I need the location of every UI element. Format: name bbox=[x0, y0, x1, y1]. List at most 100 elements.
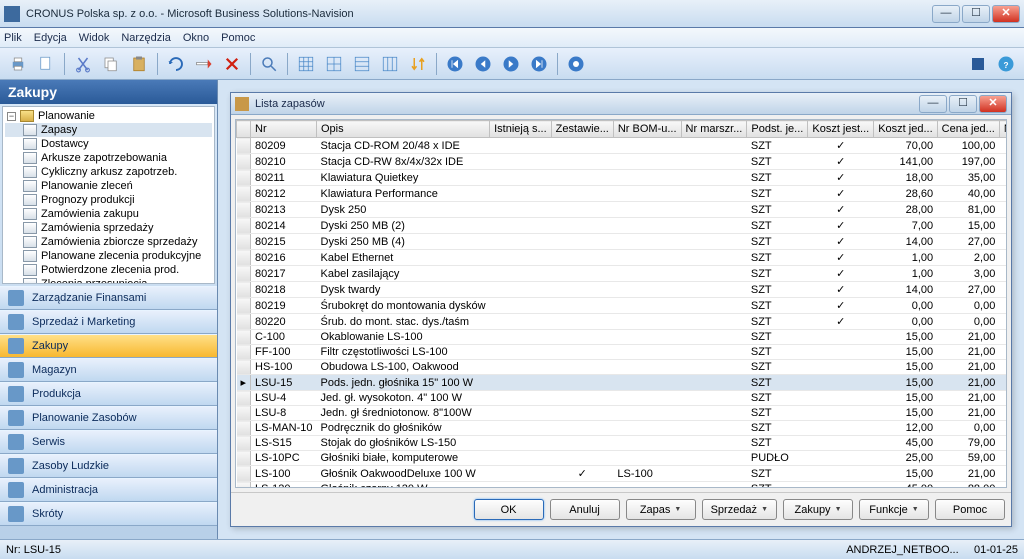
tree-item[interactable]: Cykliczny arkusz zapotrzeb. bbox=[5, 165, 212, 179]
nav-skróty[interactable]: Skróty bbox=[0, 502, 217, 526]
table-row[interactable]: LS-MAN-10Podręcznik do głośnikówSZT12,00… bbox=[237, 421, 1008, 436]
funkcje-button[interactable]: Funkcje▼ bbox=[859, 499, 929, 520]
menu-pomoc[interactable]: Pomoc bbox=[221, 32, 255, 44]
col-header[interactable]: Nr dostawcy bbox=[999, 121, 1007, 138]
table-row[interactable]: LS-10PCGłośniki białe, komputerowePUDŁO2… bbox=[237, 451, 1008, 466]
tree-item[interactable]: Zlecenia przesunięcia bbox=[5, 277, 212, 284]
inventory-grid[interactable]: NrOpisIstnieją s...Zestawie...Nr BOM-u..… bbox=[236, 120, 1007, 488]
col-header[interactable]: Zestawie... bbox=[551, 121, 613, 138]
tree-item[interactable]: Planowane zlecenia produkcyjne bbox=[5, 249, 212, 263]
sub-close-button[interactable]: ✕ bbox=[979, 95, 1007, 113]
paste-icon[interactable] bbox=[127, 52, 151, 76]
table-row[interactable]: 80212Klawiatura PerformanceSZT✓28,6040,0… bbox=[237, 186, 1008, 202]
search-icon[interactable] bbox=[257, 52, 281, 76]
print-icon[interactable] bbox=[6, 52, 30, 76]
nav-icon bbox=[8, 290, 24, 306]
tree-item[interactable]: Zamówienia zbiorcze sprzedaży bbox=[5, 235, 212, 249]
col-header[interactable]: Cena jed... bbox=[937, 121, 999, 138]
nav-zasoby-ludzkie[interactable]: Zasoby Ludzkie bbox=[0, 454, 217, 478]
zapas-button[interactable]: Zapas▼ bbox=[626, 499, 696, 520]
table-row[interactable]: 80220Śrub. do mont. stac. dys./taśmSZT✓0… bbox=[237, 314, 1008, 330]
menu-okno[interactable]: Okno bbox=[183, 32, 209, 44]
menu-widok[interactable]: Widok bbox=[79, 32, 110, 44]
table-row[interactable]: 80209Stacja CD-ROM 20/48 x IDESZT✓70,001… bbox=[237, 138, 1008, 154]
collapse-icon[interactable]: − bbox=[7, 112, 16, 121]
col-header[interactable]: Nr marszr... bbox=[681, 121, 747, 138]
nav-planowanie-zasobów[interactable]: Planowanie Zasobów bbox=[0, 406, 217, 430]
grid2-icon[interactable] bbox=[322, 52, 346, 76]
cut-icon[interactable] bbox=[71, 52, 95, 76]
tree-item[interactable]: Planowanie zleceń bbox=[5, 179, 212, 193]
table-row[interactable]: 80210Stacja CD-RW 8x/4x/32x IDESZT✓141,0… bbox=[237, 154, 1008, 170]
tree-item[interactable]: Dostawcy bbox=[5, 137, 212, 151]
sub-minimize-button[interactable]: — bbox=[919, 95, 947, 113]
nav-produkcja[interactable]: Produkcja bbox=[0, 382, 217, 406]
grid4-icon[interactable] bbox=[378, 52, 402, 76]
tree-item[interactable]: Arkusze zapotrzebowania bbox=[5, 151, 212, 165]
nav-next-icon[interactable] bbox=[499, 52, 523, 76]
tree-item[interactable]: Zamówienia zakupu bbox=[5, 207, 212, 221]
table-row[interactable]: LSU-8Jedn. gł średniotonow. 8"100WSZT15,… bbox=[237, 406, 1008, 421]
close-button[interactable]: ✕ bbox=[992, 5, 1020, 23]
nav-zakupy[interactable]: Zakupy bbox=[0, 334, 217, 358]
menu-edycja[interactable]: Edycja bbox=[34, 32, 67, 44]
sub-maximize-button[interactable]: ☐ bbox=[949, 95, 977, 113]
table-row[interactable]: 80219Śrubokręt do montowania dyskówSZT✓0… bbox=[237, 298, 1008, 314]
table-row[interactable]: 80216Kabel EthernetSZT✓1,002,0050000KABE… bbox=[237, 250, 1008, 266]
cancel-icon[interactable] bbox=[220, 52, 244, 76]
zakupy-button[interactable]: Zakupy▼ bbox=[783, 499, 853, 520]
table-row[interactable]: LS-100Głośnik OakwoodDeluxe 100 W✓LS-100… bbox=[237, 466, 1008, 482]
table-row[interactable]: HS-100Obudowa LS-100, OakwoodSZT15,0021,… bbox=[237, 360, 1008, 375]
nav-prev-icon[interactable] bbox=[471, 52, 495, 76]
nav-last-icon[interactable] bbox=[527, 52, 551, 76]
menu-narzędzia[interactable]: Narzędzia bbox=[121, 32, 171, 44]
refresh-icon[interactable] bbox=[564, 52, 588, 76]
menu-plik[interactable]: Plik bbox=[4, 32, 22, 44]
col-header[interactable]: Opis bbox=[317, 121, 490, 138]
col-header[interactable]: Istnieją s... bbox=[490, 121, 552, 138]
tree-item[interactable]: Zapasy bbox=[5, 123, 212, 137]
table-row[interactable]: LS-120Głośnik czarny 120 WSZT45,0088,00G… bbox=[237, 482, 1008, 489]
col-header[interactable]: Koszt jed... bbox=[874, 121, 937, 138]
help-icon[interactable]: ? bbox=[994, 52, 1018, 76]
minimize-button[interactable]: — bbox=[932, 5, 960, 23]
table-row[interactable]: 80217Kabel zasilającySZT✓1,003,0050000KA… bbox=[237, 266, 1008, 282]
table-row[interactable]: 80218Dysk twardySZT✓14,0027,0050000DYSK … bbox=[237, 282, 1008, 298]
ok-button[interactable]: OK bbox=[474, 499, 544, 520]
col-header[interactable]: Podst. je... bbox=[747, 121, 808, 138]
undo-icon[interactable] bbox=[164, 52, 188, 76]
tree-item[interactable]: Prognozy produkcji bbox=[5, 193, 212, 207]
nav-sprzedaż-i-marketing[interactable]: Sprzedaż i Marketing bbox=[0, 310, 217, 334]
sort-icon[interactable] bbox=[406, 52, 430, 76]
table-row[interactable]: FF-100Filtr częstotliwości LS-100SZT15,0… bbox=[237, 345, 1008, 360]
tree-item[interactable]: Zamówienia sprzedaży bbox=[5, 221, 212, 235]
sprzedaz-button[interactable]: Sprzedaż▼ bbox=[702, 499, 777, 520]
tree-item[interactable]: Potwierdzone zlecenia prod. bbox=[5, 263, 212, 277]
table-row[interactable]: LS-S15Stojak do głośników LS-150SZT45,00… bbox=[237, 436, 1008, 451]
table-row[interactable]: 80214Dyski 250 MB (2)SZT✓7,0015,0050000D… bbox=[237, 218, 1008, 234]
delete-icon[interactable] bbox=[192, 52, 216, 76]
pomoc-button[interactable]: Pomoc bbox=[935, 499, 1005, 520]
table-row[interactable]: 80211Klawiatura QuietkeySZT✓18,0035,0050… bbox=[237, 170, 1008, 186]
col-header[interactable]: Nr bbox=[251, 121, 317, 138]
table-row[interactable]: C-100Okablowanie LS-100SZT15,0021,00OKAB… bbox=[237, 330, 1008, 345]
table-row[interactable]: 80213Dysk 250SZT✓28,0081,0050000DYSK 250 bbox=[237, 202, 1008, 218]
nav-administracja[interactable]: Administracja bbox=[0, 478, 217, 502]
preview-icon[interactable] bbox=[34, 52, 58, 76]
nav-magazyn[interactable]: Magazyn bbox=[0, 358, 217, 382]
nav-zarządzanie-finansami[interactable]: Zarządzanie Finansami bbox=[0, 286, 217, 310]
copy-icon[interactable] bbox=[99, 52, 123, 76]
col-header[interactable]: Nr BOM-u... bbox=[613, 121, 681, 138]
maximize-button[interactable]: ☐ bbox=[962, 5, 990, 23]
nav-serwis[interactable]: Serwis bbox=[0, 430, 217, 454]
grid1-icon[interactable] bbox=[294, 52, 318, 76]
table-row[interactable]: 80215Dyski 250 MB (4)SZT✓14,0027,0050000… bbox=[237, 234, 1008, 250]
col-header[interactable]: Koszt jest... bbox=[808, 121, 874, 138]
cancel-button[interactable]: Anuluj bbox=[550, 499, 620, 520]
nav-tree[interactable]: − Planowanie ZapasyDostawcyArkusze zapot… bbox=[2, 106, 215, 284]
table-row[interactable]: ▸LSU-15Pods. jedn. głośnika 15" 100 WSZT… bbox=[237, 375, 1008, 391]
grid3-icon[interactable] bbox=[350, 52, 374, 76]
table-row[interactable]: LSU-4Jed. gł. wysokoton. 4" 100 WSZT15,0… bbox=[237, 391, 1008, 406]
nav-first-icon[interactable] bbox=[443, 52, 467, 76]
tree-root[interactable]: − Planowanie bbox=[5, 109, 212, 123]
